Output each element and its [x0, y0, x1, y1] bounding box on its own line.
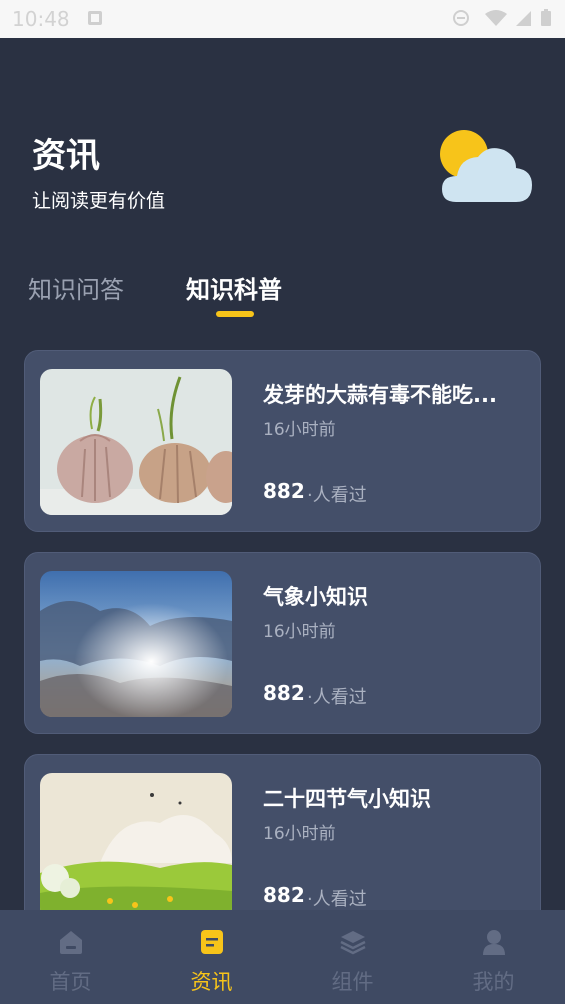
- article-title: 气象小知识: [263, 585, 368, 609]
- article-thumbnail: [40, 571, 232, 717]
- article-time: 16小时前: [263, 622, 336, 642]
- article-card[interactable]: 气象小知识 16小时前 882 ·人看过: [24, 552, 541, 734]
- article-time: 16小时前: [263, 420, 336, 440]
- battery-icon: [541, 9, 551, 26]
- home-icon: [60, 931, 82, 954]
- weather-icon: [440, 130, 532, 202]
- layers-icon: [340, 931, 366, 955]
- article-card[interactable]: 二十四节气小知识 16小时前 882 ·人看过: [24, 754, 541, 936]
- notification-icon: [88, 11, 102, 25]
- signal-icon: [516, 11, 531, 26]
- article-title: 二十四节气小知识: [263, 787, 431, 811]
- page-title: 资讯: [32, 136, 100, 176]
- article-thumbnail: [40, 773, 232, 919]
- nav-label: 组件: [331, 970, 374, 994]
- article-time: 16小时前: [263, 824, 336, 844]
- article-card[interactable]: 发芽的大蒜有毒不能吃... 16小时前 882 ·人看过: [24, 350, 541, 532]
- article-view-label: ·人看过: [307, 485, 367, 506]
- article-view-count: 882: [263, 479, 305, 503]
- news-icon: [201, 930, 223, 954]
- nav-components[interactable]: 组件: [282, 910, 423, 1004]
- nav-label: 首页: [49, 970, 92, 994]
- nav-label: 资讯: [190, 970, 233, 994]
- nav-label: 我的: [472, 970, 515, 994]
- article-view-label: ·人看过: [307, 889, 367, 910]
- page-subtitle: 让阅读更有价值: [32, 190, 166, 212]
- tab-knowledge-science[interactable]: 知识科普: [186, 270, 282, 305]
- nav-profile[interactable]: 我的: [423, 910, 564, 1004]
- active-tab-indicator: [216, 311, 254, 317]
- bottom-navigation: 首页 资讯 组件 我的: [0, 910, 565, 1004]
- article-view-count: 882: [263, 681, 305, 705]
- article-title: 发芽的大蒜有毒不能吃...: [263, 383, 497, 407]
- nav-news[interactable]: 资讯: [141, 910, 282, 1004]
- data-saver-icon: [453, 10, 469, 26]
- status-time: 10:48: [12, 7, 70, 31]
- user-icon: [483, 930, 505, 955]
- article-view-count: 882: [263, 883, 305, 907]
- tab-knowledge-qa[interactable]: 知识问答: [28, 270, 124, 305]
- wifi-icon: [485, 10, 507, 26]
- article-thumbnail: [40, 369, 232, 515]
- article-view-label: ·人看过: [307, 687, 367, 708]
- nav-home[interactable]: 首页: [0, 910, 141, 1004]
- status-bar: 10:48: [0, 0, 565, 38]
